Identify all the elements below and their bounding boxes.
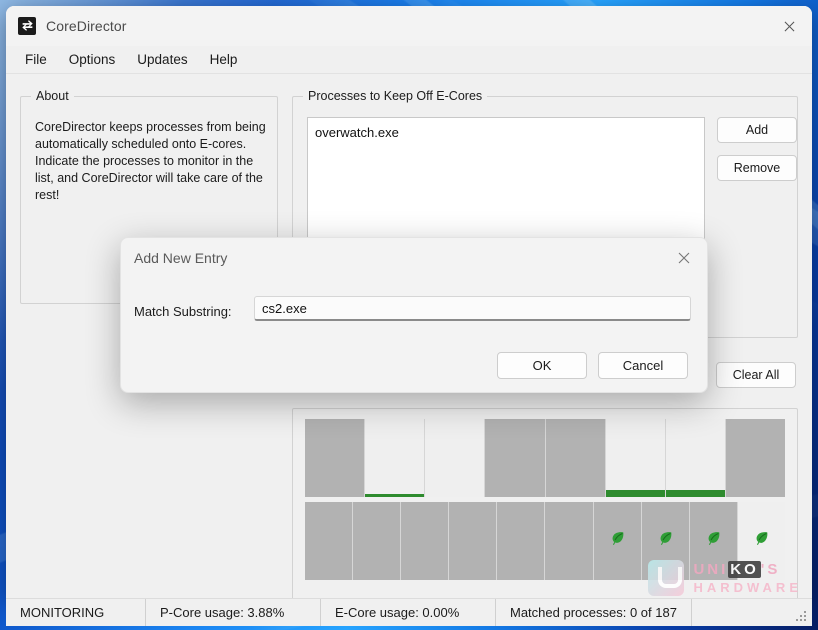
title-bar[interactable]: CoreDirector	[6, 6, 812, 46]
remove-button[interactable]: Remove	[717, 155, 797, 181]
clear-all-button[interactable]: Clear All	[716, 362, 796, 388]
menu-item-file[interactable]: File	[14, 49, 58, 70]
ecore-cell-3	[449, 502, 498, 580]
menu-item-updates[interactable]: Updates	[126, 49, 198, 70]
swap-arrows-icon	[18, 16, 36, 35]
menu-item-help[interactable]: Help	[199, 49, 249, 70]
ecore-cell-9	[737, 502, 785, 580]
core-usage-bar	[665, 490, 725, 497]
core-visualization-panel	[292, 408, 798, 598]
match-substring-label: Match Substring:	[134, 304, 232, 319]
about-group-title: About	[31, 89, 74, 103]
ecore-cell-5	[545, 502, 594, 580]
list-item[interactable]: overwatch.exe	[308, 122, 704, 143]
dialog-body: Match Substring: OK Cancel	[121, 278, 707, 392]
window-title: CoreDirector	[46, 17, 127, 34]
core-usage-bar	[365, 494, 425, 497]
window-close-icon[interactable]	[766, 6, 812, 46]
cancel-button[interactable]: Cancel	[598, 352, 688, 379]
dialog-title: Add New Entry	[134, 250, 228, 266]
status-matched-processes: Matched processes: 0 of 187	[496, 599, 692, 626]
add-button[interactable]: Add	[717, 117, 797, 143]
ecore-cell-4	[497, 502, 546, 580]
ecore-cell-1	[353, 502, 402, 580]
leaf-icon	[657, 530, 674, 552]
status-monitoring: MONITORING	[6, 599, 146, 626]
leaf-icon	[753, 530, 770, 552]
core-usage-bar	[605, 490, 665, 497]
menu-bar: File Options Updates Help	[6, 46, 812, 74]
pcore-row	[305, 419, 785, 497]
pcore-cell-5	[605, 419, 666, 497]
status-pcore-usage: P-Core usage: 3.88%	[146, 599, 321, 626]
pcore-cell-1	[365, 419, 426, 497]
processes-group-title: Processes to Keep Off E-Cores	[303, 89, 488, 103]
pcore-cell-6	[665, 419, 726, 497]
about-text: CoreDirector keeps processes from being …	[35, 120, 266, 202]
pcore-cell-7	[725, 419, 785, 497]
pcore-cell-2	[425, 419, 486, 497]
ecore-cell-0	[305, 502, 354, 580]
ecore-cell-6	[593, 502, 642, 580]
ecore-cell-8	[689, 502, 738, 580]
ecore-cell-2	[401, 502, 450, 580]
leaf-icon	[705, 530, 722, 552]
ecore-row	[305, 502, 785, 580]
ok-button[interactable]: OK	[497, 352, 587, 379]
status-ecore-usage: E-Core usage: 0.00%	[321, 599, 496, 626]
leaf-icon	[609, 530, 626, 552]
dialog-title-bar[interactable]: Add New Entry	[121, 238, 707, 278]
match-substring-input[interactable]	[254, 296, 691, 321]
dialog-close-icon[interactable]	[661, 238, 707, 278]
resize-grip[interactable]	[794, 609, 808, 623]
pcore-cell-4	[545, 419, 606, 497]
status-bar: MONITORING P-Core usage: 3.88% E-Core us…	[6, 598, 812, 626]
menu-item-options[interactable]: Options	[58, 49, 127, 70]
ecore-cell-7	[641, 502, 690, 580]
pcore-cell-0	[305, 419, 366, 497]
add-new-entry-dialog: Add New Entry Match Substring: OK Cancel	[120, 237, 708, 393]
pcore-cell-3	[485, 419, 546, 497]
